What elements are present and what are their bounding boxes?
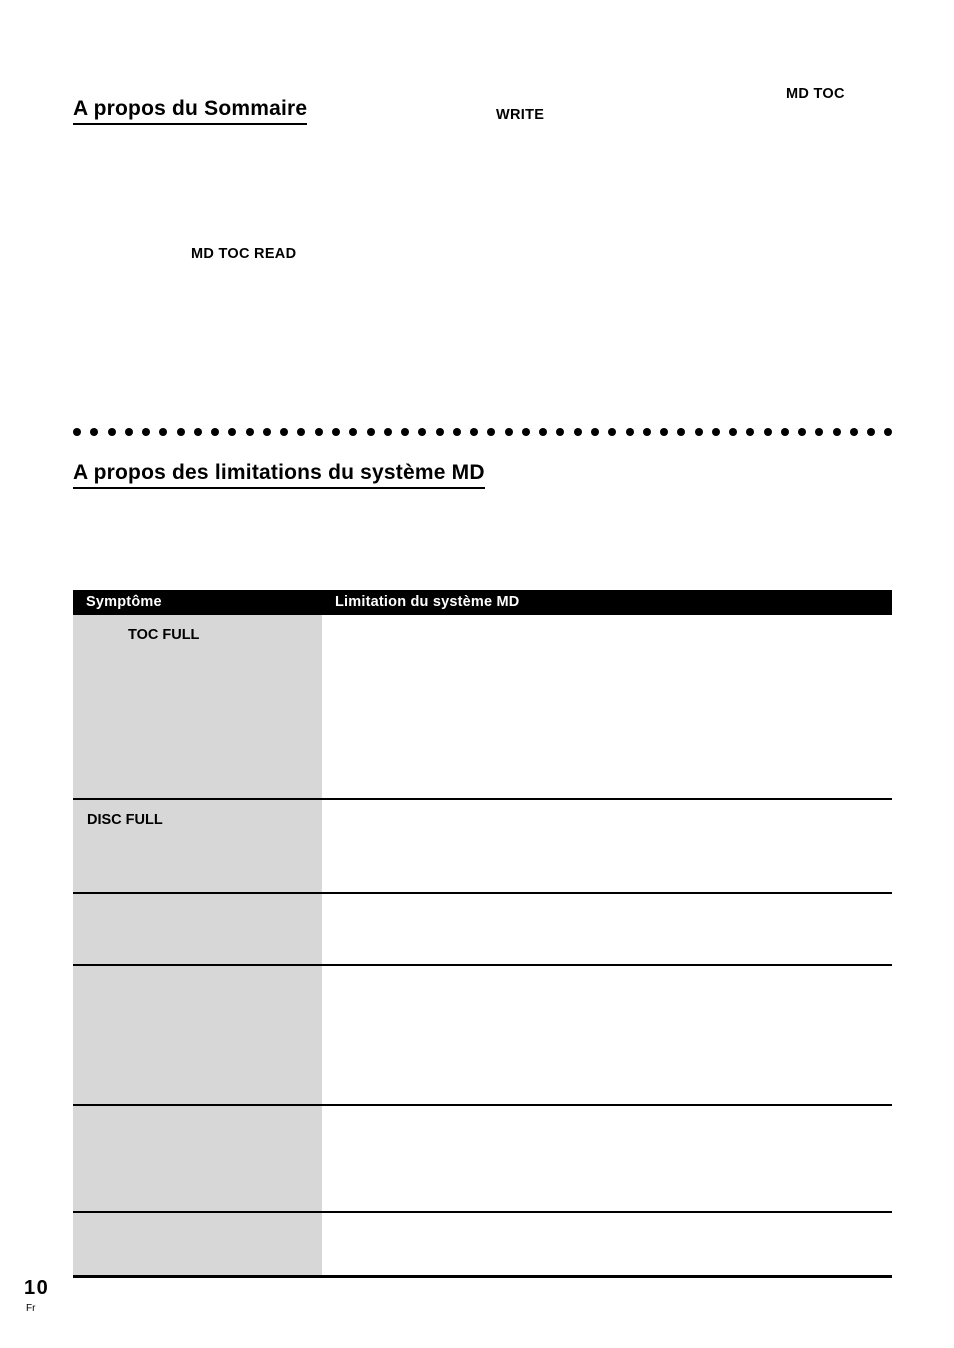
divider-dot <box>573 428 582 436</box>
divider-dot <box>297 428 306 436</box>
table-header: Symptôme Limitation du système MD <box>73 590 892 615</box>
symptom-text: TOC FULL <box>128 627 200 643</box>
divider-dot <box>401 428 410 436</box>
divider-dot <box>729 428 738 436</box>
table-cell-limitation <box>322 965 892 1106</box>
divider-dot <box>539 428 548 436</box>
divider-dot <box>780 428 789 436</box>
symptom-text <box>73 966 322 1104</box>
symptom-text <box>73 894 322 964</box>
inline-label-md-toc: MD TOC <box>786 86 845 102</box>
table-cell-symptom <box>73 965 322 1106</box>
divider-dot <box>107 428 116 436</box>
divider-dot <box>625 428 634 436</box>
column-header-limitation: Limitation du système MD <box>322 590 892 615</box>
section-heading-sommaire: A propos du Sommaire <box>73 97 308 126</box>
divider-dot <box>280 428 289 436</box>
symptom-text <box>73 1213 322 1275</box>
table-cell-symptom <box>73 1212 322 1278</box>
divider-dot <box>262 428 271 436</box>
section-heading-limitations: A propos des limitations du système MD <box>73 461 485 490</box>
inline-label-md-toc-read: MD TOC READ <box>191 246 297 262</box>
table-header-row: Symptôme Limitation du système MD <box>73 590 892 615</box>
divider-dot <box>245 428 254 436</box>
divider-dot <box>746 428 755 436</box>
table-cell-symptom <box>73 893 322 966</box>
divider-dot <box>832 428 841 436</box>
divider-dot <box>73 428 81 436</box>
table-cell-symptom <box>73 1105 322 1213</box>
divider-dot <box>590 428 599 436</box>
divider-dot <box>383 428 392 436</box>
divider-dot <box>349 428 358 436</box>
divider-dot <box>487 428 496 436</box>
divider-dot <box>124 428 133 436</box>
divider-dot <box>556 428 565 436</box>
divider-dot <box>142 428 151 436</box>
table-row: TOC FULL <box>73 615 892 800</box>
divider-dot <box>331 428 340 436</box>
table-row <box>73 965 892 1106</box>
divider-dot <box>798 428 807 436</box>
page-language-code: Fr <box>26 1303 36 1314</box>
divider-dot <box>228 428 237 436</box>
divider-dot <box>470 428 479 436</box>
divider-dot <box>660 428 669 436</box>
document-page: A propos du Sommaire WRITE MD TOC MD TOC… <box>0 0 954 1348</box>
table-cell-limitation <box>322 799 892 894</box>
md-limitations-table: Symptôme Limitation du système MD TOC FU… <box>73 590 892 1278</box>
divider-dot <box>884 428 893 436</box>
limitation-text <box>322 894 892 964</box>
table-row <box>73 893 892 966</box>
page-number: 10 <box>24 1277 50 1299</box>
table-cell-symptom: DISC FULL <box>73 799 322 894</box>
divider-dot <box>176 428 185 436</box>
divider-dot <box>694 428 703 436</box>
table-cell-limitation <box>322 1212 892 1278</box>
limitation-text <box>322 800 892 892</box>
symptom-text <box>73 1106 322 1211</box>
symptom-text: DISC FULL <box>87 812 163 828</box>
divider-dot <box>366 428 375 436</box>
divider-dot <box>504 428 513 436</box>
divider-dot <box>867 428 876 436</box>
divider-dot <box>193 428 202 436</box>
divider-dot <box>849 428 858 436</box>
divider-dot <box>763 428 772 436</box>
divider-dot <box>452 428 461 436</box>
divider-dot <box>314 428 323 436</box>
divider-dot <box>211 428 220 436</box>
table-row <box>73 1105 892 1213</box>
divider-dot <box>608 428 617 436</box>
table-cell-limitation <box>322 615 892 800</box>
inline-label-write: WRITE <box>496 107 545 123</box>
divider-dot <box>815 428 824 436</box>
table-row <box>73 1212 892 1278</box>
table-cell-limitation <box>322 893 892 966</box>
divider-dot <box>521 428 530 436</box>
limitation-text <box>322 1213 892 1275</box>
limitation-text <box>322 966 892 1104</box>
limitation-text <box>322 615 892 798</box>
divider-dot <box>435 428 444 436</box>
column-header-symptom: Symptôme <box>73 590 322 615</box>
divider-dot <box>159 428 168 436</box>
dotted-divider <box>73 427 893 437</box>
divider-dot <box>711 428 720 436</box>
table-cell-limitation <box>322 1105 892 1213</box>
table-cell-symptom: TOC FULL <box>73 615 322 800</box>
table-body: TOC FULL DISC FULL <box>73 615 892 1278</box>
page-footer: 10 Fr <box>24 1278 49 1314</box>
table-row: DISC FULL <box>73 799 892 894</box>
divider-dot <box>642 428 651 436</box>
divider-dot <box>418 428 427 436</box>
divider-dot <box>677 428 686 436</box>
divider-dot <box>90 428 99 436</box>
limitation-text <box>322 1106 892 1211</box>
